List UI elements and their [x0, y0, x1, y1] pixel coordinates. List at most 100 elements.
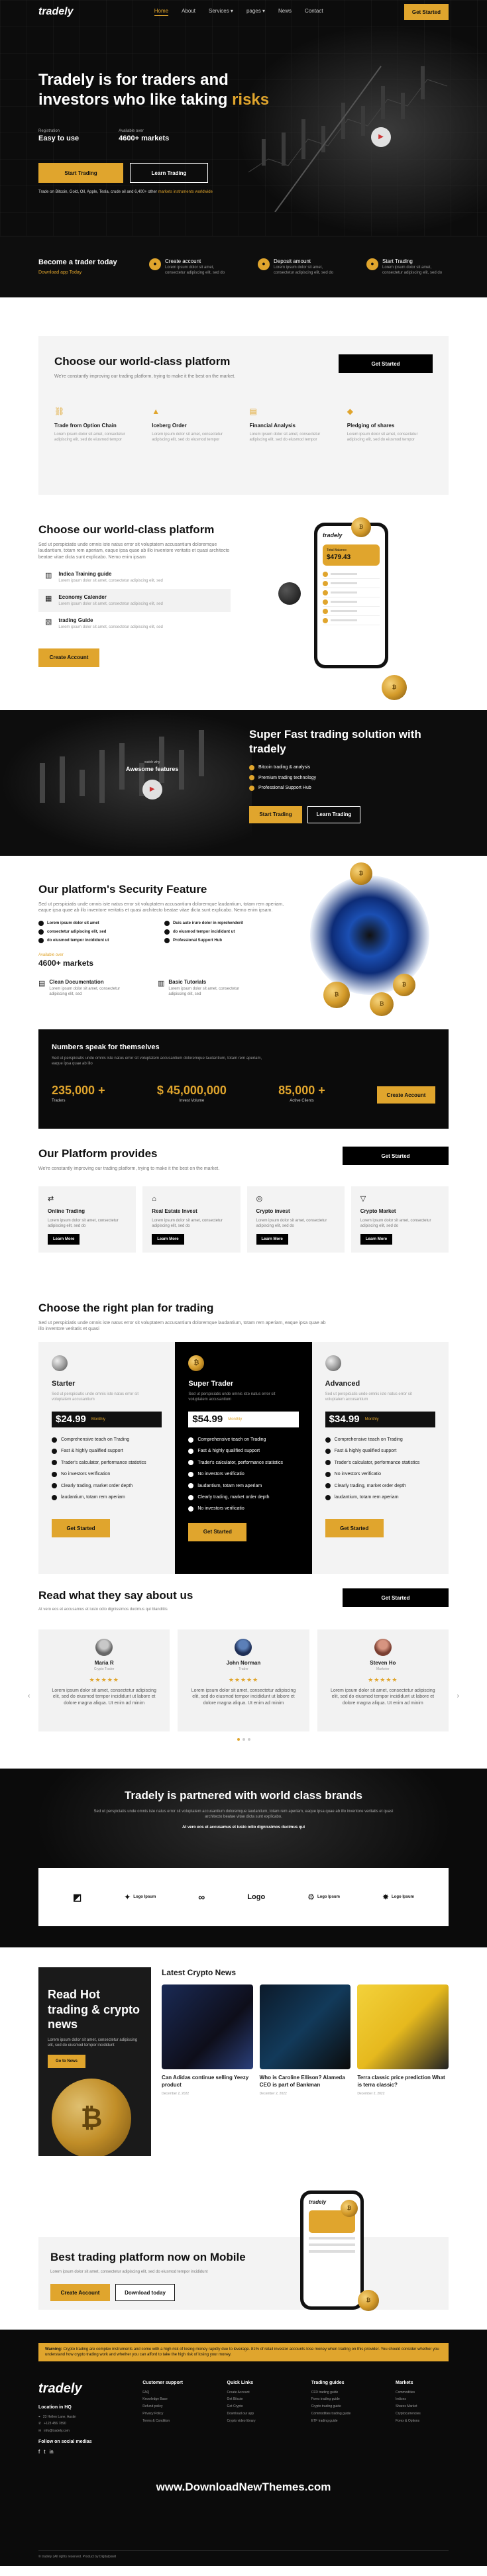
security-doc-item: ▤ Clean Documentation Lorem ipsum dolor si…	[38, 979, 138, 997]
testimonials-section: Read what they say about us At vero eos …	[0, 1588, 487, 1769]
footer-link[interactable]: ETF trading guide	[311, 2419, 378, 2424]
facebook-icon[interactable]: f	[38, 2449, 40, 2456]
carousel-prev-icon[interactable]: ‹	[28, 1692, 30, 1701]
nav-get-started-button[interactable]: Get Started	[404, 4, 449, 20]
numbers-title: Numbers speak for themselves	[52, 1043, 160, 1051]
footer-link[interactable]: FAQ	[142, 2391, 209, 2395]
hero-title: Tradely is for traders and investors who…	[38, 70, 277, 110]
learn-more-button[interactable]: Learn More	[152, 1234, 184, 1245]
learn-more-button[interactable]: Learn More	[48, 1234, 80, 1245]
platform-create-account-button[interactable]: Create Account	[38, 648, 99, 667]
carousel-next-icon[interactable]: ›	[457, 1692, 459, 1701]
numbers-create-account-button[interactable]: Create Account	[376, 1086, 435, 1104]
hero-stat-registration: Registration Easy to use	[38, 129, 79, 144]
nav-item-contact[interactable]: Contact	[305, 8, 323, 16]
footer-link[interactable]: Create Account	[227, 2391, 294, 2395]
footer-link[interactable]: Crypto video library	[227, 2419, 294, 2424]
nav-item-services[interactable]: Services ▾	[209, 8, 233, 16]
footer-link[interactable]: Get Crypto	[227, 2404, 294, 2409]
footer-link[interactable]: Cryptocurrencies	[396, 2412, 449, 2416]
news-card-title: Who is Caroline Ellison? Alameda CEO is …	[259, 2075, 345, 2088]
awesome-play-button[interactable]: ▶	[142, 779, 162, 799]
hero-stat-label: Available over	[119, 129, 144, 133]
plan-get-started-button[interactable]: Get Started	[188, 1522, 247, 1541]
step-desc: Lorem ipsum dolor sit amet, consectetur …	[274, 266, 334, 276]
footer-link[interactable]: Commodities trading guide	[311, 2412, 378, 2416]
footer-columns: tradely Location in HQ ⌖ 23 Hellen Lane, …	[38, 2380, 449, 2456]
hero-note: Trade on Bitcoin, Gold, Oil, Apple, Tesl…	[38, 189, 213, 195]
awesome-section: watch why Awesome features ▶ Super Fast …	[0, 710, 487, 856]
logo[interactable]: tradely	[38, 5, 73, 19]
nav-item-home[interactable]: Home	[154, 8, 169, 16]
bitcoin-coin-icon: ₿	[393, 974, 415, 996]
footer-link[interactable]: Crypto trading guide	[311, 2404, 378, 2409]
twitter-icon[interactable]: t	[44, 2449, 45, 2456]
bitcoin-coin-icon: ₿	[350, 862, 372, 885]
provides-get-started-button[interactable]: Get Started	[343, 1147, 449, 1165]
stat-label: Traders	[52, 1099, 66, 1104]
check-icon	[164, 929, 170, 935]
phone-row-line	[331, 582, 357, 585]
footer-link[interactable]: Get Bitcoin	[227, 2397, 294, 2402]
plan-get-started-button[interactable]: Get Started	[52, 1519, 110, 1538]
news-card[interactable]: Who is Caroline Ellison? Alameda CEO is …	[259, 1984, 351, 2096]
download-app-link[interactable]: Download app Today	[38, 270, 123, 276]
hero-note-accent[interactable]: markets instruments worldwide	[158, 190, 213, 194]
learn-more-button[interactable]: Learn More	[256, 1234, 288, 1245]
location-label: Location in HQ	[38, 2405, 72, 2410]
learn-more-button[interactable]: Learn More	[360, 1234, 393, 1245]
nav-item-news[interactable]: News	[278, 8, 292, 16]
footer-link[interactable]: Forex & Options	[396, 2419, 449, 2424]
news-card[interactable]: Can Adidas continue selling Yeezy produc…	[162, 1984, 253, 2096]
linkedin-icon[interactable]: in	[49, 2449, 53, 2456]
features-get-started-button[interactable]: Get Started	[339, 354, 433, 373]
plan-feature: laudantium, totam rem aperiam	[188, 1483, 298, 1489]
cube-illustration	[278, 582, 301, 605]
mobile-create-account-button[interactable]: Create Account	[50, 2284, 110, 2302]
news-image	[259, 1984, 351, 2070]
hero-play-button[interactable]: ▶	[371, 127, 391, 147]
footer-link[interactable]: Commodities	[396, 2391, 449, 2395]
footer-link[interactable]: Privacy Policy	[142, 2412, 209, 2416]
awesome-learn-trading-button[interactable]: Learn Trading	[307, 805, 360, 823]
platform-section: Choose our world-class platform Sed ut p…	[0, 517, 487, 710]
start-trading-button[interactable]: Start Trading	[38, 163, 123, 183]
footer-link[interactable]: Download our app	[227, 2412, 294, 2416]
footer-link[interactable]: Indices	[396, 2397, 449, 2402]
stat-value: 235,000 +	[52, 1084, 105, 1098]
learn-trading-button[interactable]: Learn Trading	[130, 163, 208, 183]
partner-logo: ✦ Logo Ipsum	[124, 1892, 156, 1902]
carousel-dot[interactable]	[247, 1738, 250, 1741]
download-today-button[interactable]: Download today	[115, 2284, 175, 2302]
plan-super-trader: ₿ Super Trader Sed ut perspiciatis unde …	[175, 1341, 312, 1574]
check-icon	[52, 1471, 57, 1477]
footer-link[interactable]: Refund policy	[142, 2404, 209, 2409]
plan-feature: No investors verificatio	[188, 1506, 298, 1512]
footer-link[interactable]: Forex trading guide	[311, 2397, 378, 2402]
carousel-dot[interactable]	[242, 1738, 245, 1741]
footer-link[interactable]: Knowledge Base	[142, 2397, 209, 2402]
footer-link[interactable]: Terms & Condition	[142, 2419, 209, 2424]
platform-list: ▥ Indica Training guide Lorem ipsum dolor…	[38, 566, 231, 635]
go-to-news-button[interactable]: Go to News	[48, 2054, 86, 2068]
news-card[interactable]: Terra classic price prediction What is t…	[357, 1984, 449, 2096]
plan-get-started-button[interactable]: Get Started	[325, 1519, 384, 1538]
phone-text[interactable]: +123 456 7890	[44, 2422, 66, 2426]
carousel-dot[interactable]	[237, 1738, 240, 1741]
check-icon	[188, 1460, 194, 1466]
address-item: ⌖ 23 Hellen Lane, Austin	[38, 2415, 125, 2420]
footer-link[interactable]: CFD trading guide	[311, 2391, 378, 2395]
partners-section: Tradely is partnered with world class br…	[0, 1769, 487, 1947]
email-text[interactable]: info@tradely.com	[44, 2429, 70, 2434]
testimonials-get-started-button[interactable]: Get Started	[343, 1588, 449, 1607]
nav-item-pages[interactable]: pages ▾	[246, 8, 265, 16]
plan-price: $34.99 Monthly	[325, 1411, 435, 1427]
footer-link[interactable]: Shares Market	[396, 2404, 449, 2409]
security-check-text: Duis aute irure dolor in reprehenderit	[173, 921, 244, 925]
provides-card-desc: Lorem ipsum dolor sit amet, consectetur …	[48, 1219, 119, 1229]
nav-item-about[interactable]: About	[182, 8, 195, 16]
phone-row-line	[309, 2243, 355, 2246]
plan-feature: Trader's calculator, performance statist…	[325, 1460, 435, 1466]
footer-logo[interactable]: tradely	[38, 2380, 125, 2398]
awesome-start-trading-button[interactable]: Start Trading	[249, 805, 302, 823]
